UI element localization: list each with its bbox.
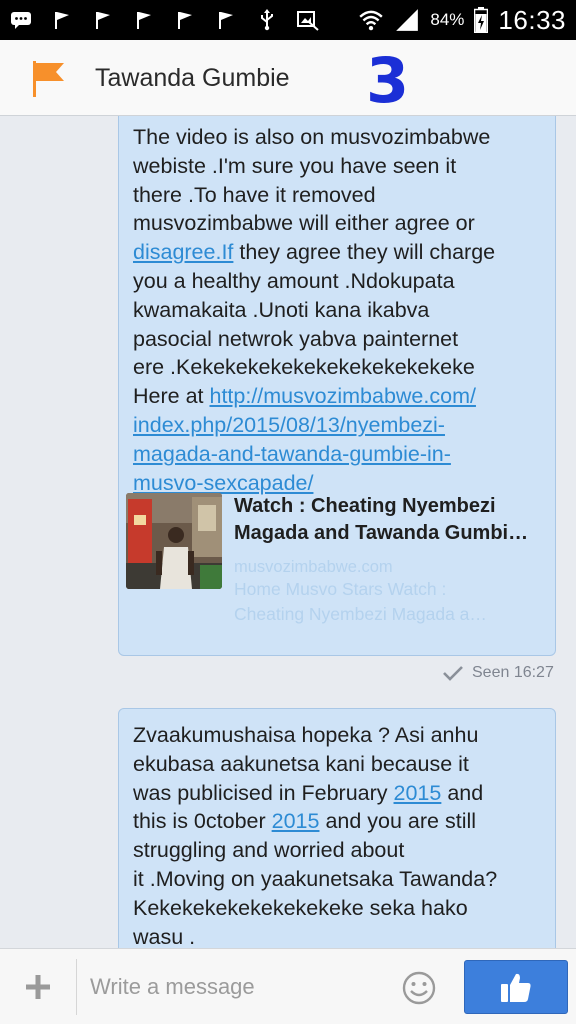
flag-icon[interactable] [30, 59, 66, 99]
message-text: Zvaakumushaisa hopeka ? Asi anhu ekubasa… [119, 721, 555, 948]
flag-icon [178, 12, 192, 29]
link-preview[interactable]: Watch : Cheating Nyembezi Magada and Taw… [126, 493, 546, 624]
conversation-header: Tawanda Gumbie 3 [0, 40, 576, 116]
message-link[interactable]: 2015 [272, 809, 320, 833]
usb-icon [261, 9, 273, 31]
system-indicators: 84% 16:33 [358, 5, 566, 36]
flag-icon [55, 12, 69, 29]
message-input[interactable] [90, 965, 390, 1009]
flag-icon [96, 12, 110, 29]
flag-icon [137, 12, 151, 29]
checkmark-icon [443, 666, 463, 681]
battery-percent: 84% [430, 10, 465, 29]
battery-charging-icon [474, 7, 489, 33]
message-list[interactable]: The video is also on musvozimbabwe webis… [0, 116, 576, 948]
like-button[interactable] [464, 960, 568, 1014]
message-link[interactable]: disagree.If [133, 240, 233, 264]
preview-description: Home Musvo Stars Watch : Cheating Nyembe… [234, 579, 487, 624]
signal-icon [396, 9, 419, 31]
preview-title[interactable]: Watch : Cheating Nyembezi Magada and Taw… [234, 493, 546, 547]
composer-divider [76, 959, 77, 1015]
seen-label: Seen 16:27 [472, 664, 554, 681]
seen-receipt: Seen 16:27 [442, 664, 554, 682]
status-bar: 84% 16:33 [0, 0, 576, 40]
message-bubble[interactable]: Zvaakumushaisa hopeka ? Asi anhu ekubasa… [118, 708, 556, 948]
add-attachment-button[interactable] [18, 967, 58, 1007]
message-text-part: The video is also on musvozimbabwe webis… [133, 125, 491, 236]
message-text: The video is also on musvozimbabwe webis… [119, 123, 555, 497]
annotation-number: 3 [366, 44, 410, 117]
screenshot-icon [297, 11, 319, 31]
flag-icon [219, 12, 233, 29]
wifi-icon [359, 10, 384, 31]
message-composer [0, 948, 576, 1024]
contact-name[interactable]: Tawanda Gumbie [95, 64, 290, 93]
message-text-part: they agree they will charge you a health… [133, 240, 496, 409]
chat-bubble-icon [11, 12, 31, 29]
thumbs-up-icon [501, 973, 531, 1002]
notification-icons [10, 9, 319, 31]
message-bubble[interactable]: The video is also on musvozimbabwe webis… [118, 116, 556, 656]
preview-thumbnail-image[interactable] [126, 493, 222, 589]
clock: 16:33 [498, 4, 566, 35]
message-link[interactable]: 2015 [394, 781, 442, 805]
emoji-button[interactable] [400, 969, 438, 1007]
